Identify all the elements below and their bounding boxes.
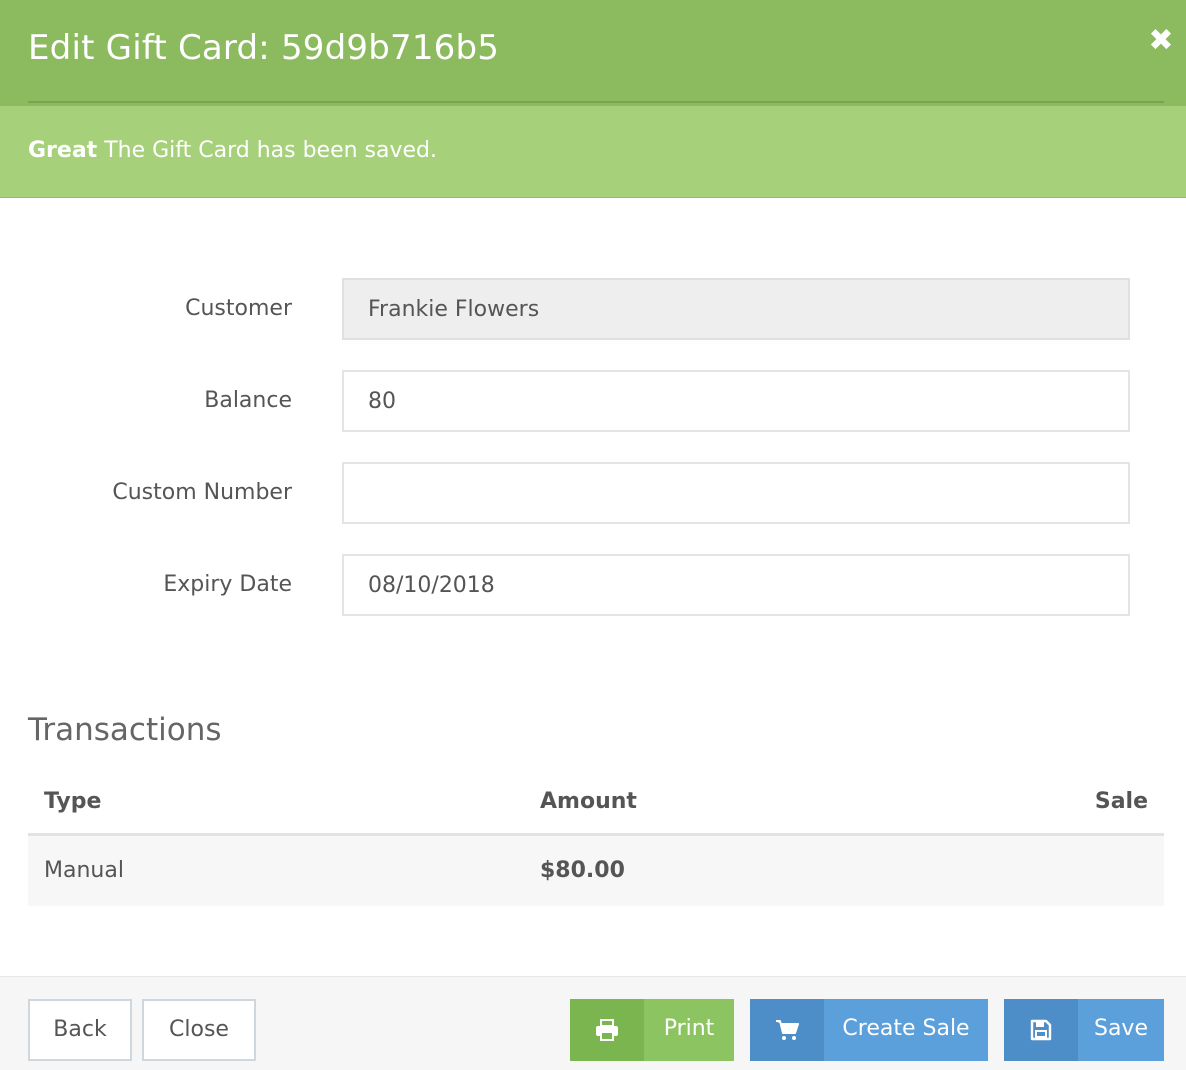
print-button[interactable]: Print: [570, 999, 734, 1061]
table-header-row: Type Amount Sale: [28, 772, 1164, 836]
close-icon[interactable]: ✖: [1146, 24, 1176, 58]
success-alert: Great The Gift Card has been saved.: [0, 106, 1186, 198]
close-button[interactable]: Close: [142, 999, 256, 1061]
table-row: Manual $80.00: [28, 836, 1164, 906]
balance-input[interactable]: [342, 370, 1130, 432]
custom-number-input[interactable]: [342, 462, 1130, 524]
header-divider: [28, 101, 1164, 103]
back-button[interactable]: Back: [28, 999, 132, 1061]
column-header-amount: Amount: [540, 789, 637, 814]
alert-text: Great The Gift Card has been saved.: [28, 138, 437, 163]
alert-message: The Gift Card has been saved.: [97, 138, 438, 163]
modal-footer: Back Close Print Create Sale Save: [0, 976, 1186, 1070]
printer-icon: [570, 999, 644, 1061]
modal-title: Edit Gift Card: 59d9b716b5: [28, 28, 500, 68]
save-button[interactable]: Save: [1004, 999, 1164, 1061]
expiry-date-input[interactable]: [342, 554, 1130, 616]
modal-header: Edit Gift Card: 59d9b716b5 ✖: [0, 0, 1186, 106]
alert-strong: Great: [28, 138, 98, 163]
cell-type: Manual: [44, 858, 124, 883]
transactions-title: Transactions: [28, 712, 222, 748]
cell-amount: $80.00: [540, 858, 625, 883]
floppy-disk-icon: [1004, 999, 1078, 1061]
print-label: Print: [663, 1016, 715, 1041]
cart-icon: [750, 999, 824, 1061]
column-header-sale: Sale: [1094, 789, 1148, 814]
customer-field[interactable]: [342, 278, 1130, 340]
custom-number-label: Custom Number: [112, 480, 292, 505]
expiry-date-label: Expiry Date: [163, 572, 292, 597]
save-label: Save: [1093, 1016, 1148, 1041]
customer-label: Customer: [185, 296, 292, 321]
balance-label: Balance: [204, 388, 292, 413]
transactions-table: Type Amount Sale Manual $80.00: [28, 772, 1164, 906]
column-header-type: Type: [44, 789, 102, 814]
create-sale-button[interactable]: Create Sale: [750, 999, 988, 1061]
create-sale-label: Create Sale: [842, 1016, 970, 1041]
